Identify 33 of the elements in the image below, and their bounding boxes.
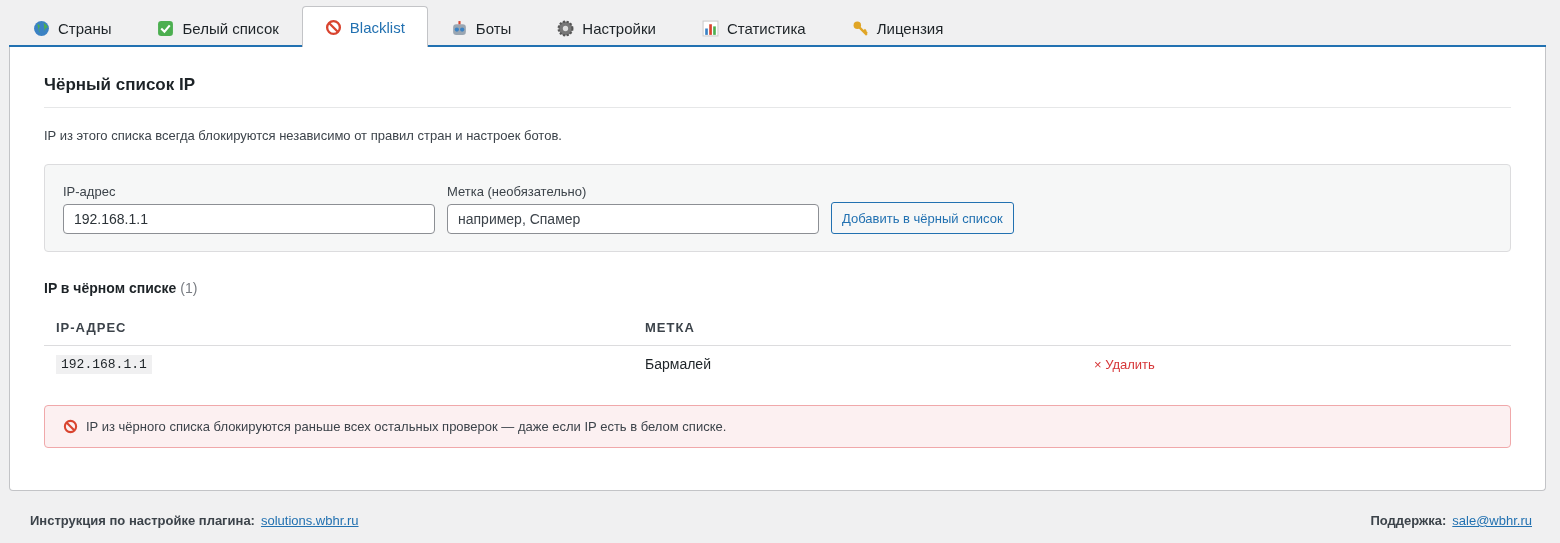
section-heading: Чёрный список IP: [44, 75, 1511, 108]
tab[interactable]: Настройки: [534, 9, 679, 47]
globe-icon: [33, 20, 50, 37]
prohibited-icon: [324, 18, 342, 36]
key-icon: [851, 20, 869, 37]
field-label: Метка (необязательно): [447, 184, 588, 199]
column-header: IP-АДРЕС: [44, 309, 633, 346]
checkmark-icon: [157, 20, 175, 37]
prohibited-icon: [63, 419, 78, 434]
delete-link[interactable]: × Удалить: [1094, 356, 1155, 372]
robot-icon: [450, 20, 468, 37]
support-email-link[interactable]: sale@wbhr.ru: [1452, 513, 1532, 528]
bar-chart-icon: [701, 20, 719, 37]
tab[interactable]: Лицензия: [828, 9, 967, 47]
column-header: МЕТКА: [633, 309, 1082, 346]
footer-label: Инструкция по настройке плагина:: [30, 513, 255, 528]
description-text: IP из этого списка всегда блокируются независимо от правил стран и настроек ботов.: [44, 128, 563, 143]
add-to-blacklist-button[interactable]: Добавить в чёрный список: [831, 202, 1014, 234]
tab[interactable]: Статистика: [678, 9, 829, 47]
footer-label: Поддержка:: [1370, 513, 1447, 528]
ip-address: 192.168.1.1: [56, 355, 152, 374]
tab[interactable]: Страны: [10, 9, 135, 47]
label-text: Бармалей: [645, 355, 711, 372]
notice-text: IP из чёрного списка блокируются раньше всех остальных проверок — даже если IP есть в белом списке.: [86, 419, 727, 434]
list-heading: IP в чёрном списке (1): [44, 280, 199, 296]
label-field[interactable]: например, Спамер: [447, 204, 819, 234]
tab[interactable]: Боты: [427, 9, 535, 47]
tab[interactable]: Белый список: [134, 9, 302, 47]
gear-icon: [557, 20, 575, 37]
instructions-link[interactable]: solutions.wbhr.ru: [260, 513, 359, 528]
tab[interactable]: Blacklist: [301, 6, 428, 47]
ip-address-field[interactable]: 192.168.1.1: [63, 204, 435, 234]
field-label: IP-адрес: [63, 184, 117, 199]
